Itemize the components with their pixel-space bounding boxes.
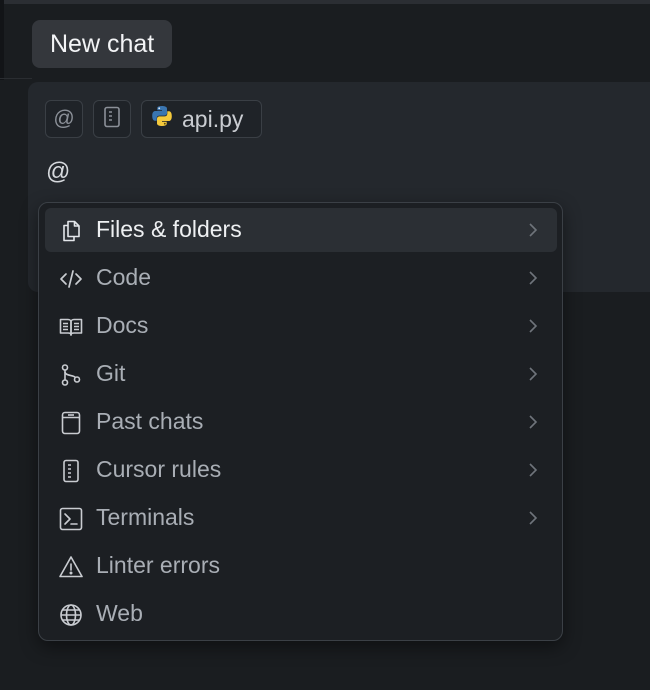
menu-item-label: Web (96, 600, 143, 626)
sidebar-edge (0, 0, 4, 80)
menu-item-label: Git (96, 360, 126, 386)
chevron-right-icon (529, 367, 538, 381)
menu-item-label: Terminals (96, 504, 195, 530)
chevron-right-icon (529, 511, 538, 525)
warning-icon (58, 554, 84, 580)
git-icon (58, 362, 84, 388)
file-chip-label: api.py (182, 105, 244, 132)
at-icon: @ (53, 107, 75, 130)
globe-icon (58, 602, 84, 628)
menu-item-label: Code (96, 264, 151, 290)
menu-item-label: Docs (96, 312, 149, 338)
chevron-right-icon (529, 271, 538, 285)
menu-item-code[interactable]: Code (45, 256, 557, 300)
cursor-rules-icon (58, 458, 84, 484)
context-menu: Files & folders Code Docs Git Past chats… (38, 202, 563, 641)
menu-item-label: Past chats (96, 408, 204, 434)
new-chat-tab[interactable]: New chat (32, 20, 173, 68)
menu-item-files-folders[interactable]: Files & folders (45, 208, 557, 252)
python-icon (150, 104, 174, 134)
menu-item-linter-errors[interactable]: Linter errors (45, 544, 557, 588)
chevron-right-icon (529, 319, 538, 333)
menu-item-terminals[interactable]: Terminals (45, 496, 557, 540)
menu-item-label: Files & folders (96, 216, 242, 242)
divider (0, 78, 32, 79)
cursor-rules-icon (103, 106, 121, 133)
menu-item-past-chats[interactable]: Past chats (45, 400, 557, 444)
files-icon (58, 218, 84, 244)
cursor-rules-chip[interactable] (93, 100, 131, 138)
menu-item-cursor-rules[interactable]: Cursor rules (45, 448, 557, 492)
menu-item-web[interactable]: Web (45, 592, 557, 636)
menu-item-git[interactable]: Git (45, 352, 557, 396)
menu-item-docs[interactable]: Docs (45, 304, 557, 348)
chevron-right-icon (529, 223, 538, 237)
chevron-right-icon (529, 415, 538, 429)
composer-input-text[interactable]: @ (46, 158, 70, 186)
new-chat-label: New chat (50, 29, 155, 58)
terminal-icon (58, 506, 84, 532)
menu-item-label: Linter errors (96, 552, 220, 578)
file-chip-api-py[interactable]: api.py (141, 100, 262, 138)
add-context-button[interactable]: @ (45, 100, 83, 138)
menu-item-label: Cursor rules (96, 456, 222, 482)
code-icon (58, 266, 84, 292)
chevron-right-icon (529, 463, 538, 477)
docs-icon (58, 314, 84, 340)
past-chats-icon (58, 410, 84, 436)
window-top-border (0, 0, 650, 4)
